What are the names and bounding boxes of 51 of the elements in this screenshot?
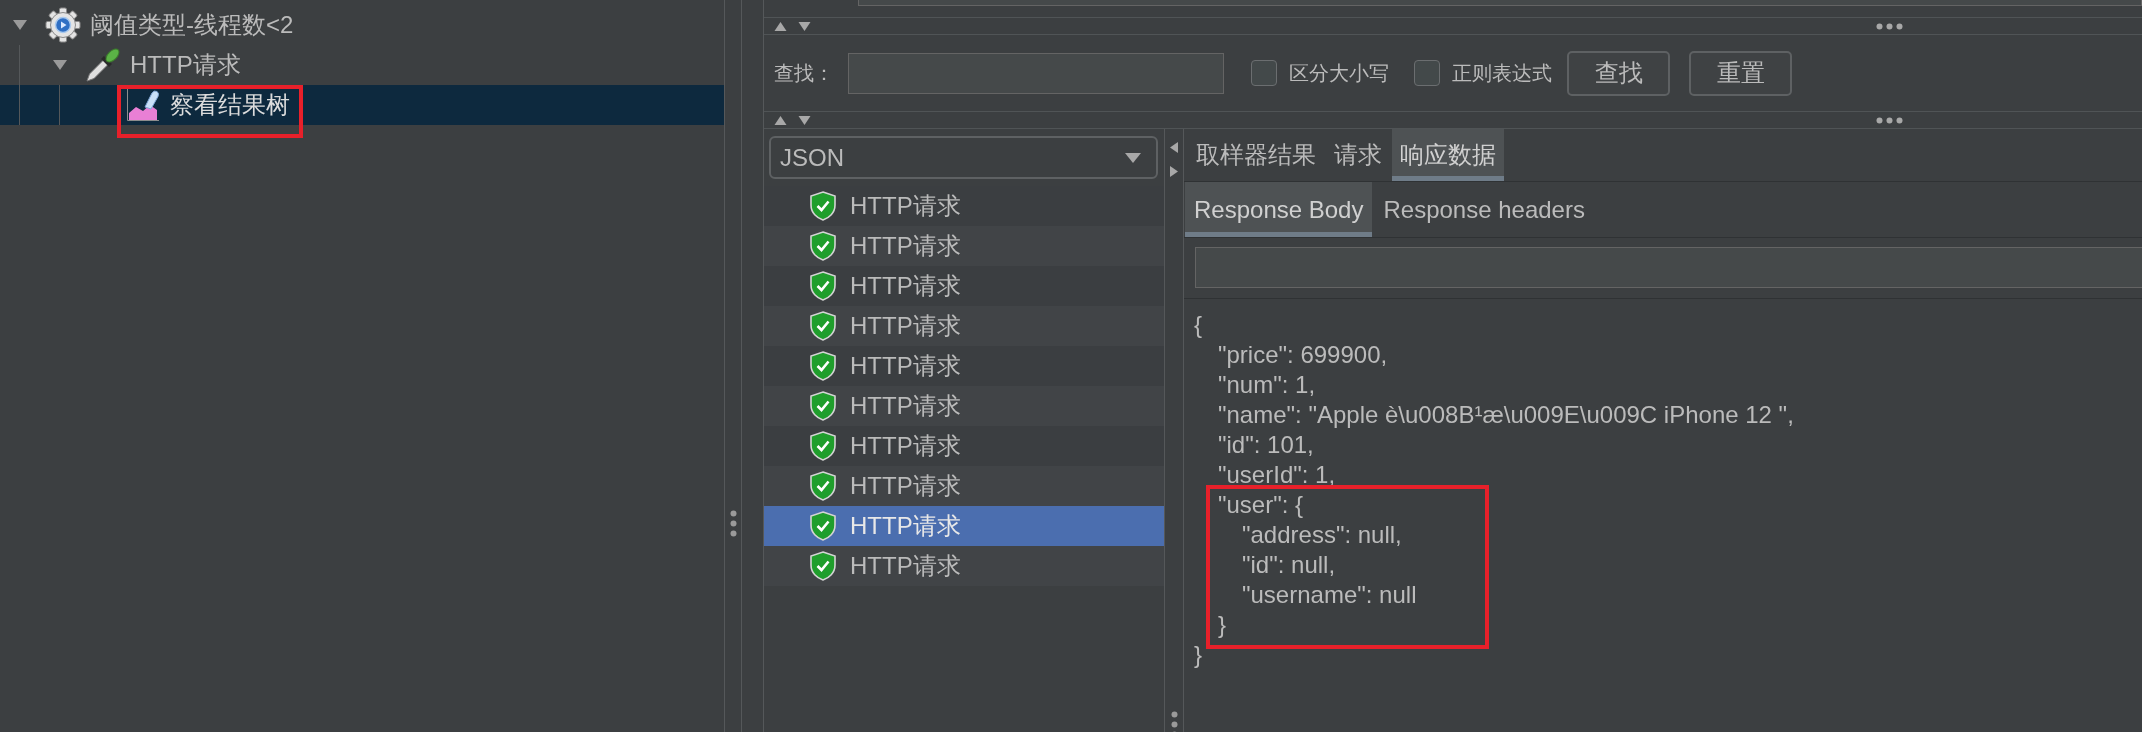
code-line: "user": {	[1218, 490, 1304, 520]
code-line: "price": 699900,	[1218, 340, 1388, 370]
search-label: 查找：	[774, 60, 834, 86]
code-line: }	[1218, 610, 1226, 640]
triangle-down-icon[interactable]	[798, 21, 811, 31]
format-dropdown[interactable]: JSON	[769, 136, 1158, 179]
result-item[interactable]: HTTP请求	[764, 466, 1164, 506]
result-item[interactable]: HTTP请求	[764, 546, 1164, 586]
checkbox-label[interactable]: 正则表达式	[1452, 59, 1552, 87]
search-field[interactable]	[848, 52, 1224, 94]
tree-item[interactable]: 察看结果树	[0, 85, 724, 125]
result-item[interactable]: HTTP请求	[764, 306, 1164, 346]
code-line: "address": null,	[1242, 520, 1402, 550]
caret-down-icon[interactable]	[13, 20, 27, 30]
caret-down-icon[interactable]	[53, 60, 67, 70]
code-line: "num": 1,	[1218, 370, 1316, 400]
tab[interactable]: 响应数据	[1392, 129, 1504, 181]
tab[interactable]: Response headers	[1374, 182, 1594, 237]
tree-item[interactable]: 阈值类型-线程数<2	[0, 5, 724, 45]
triangle-up-icon[interactable]	[774, 21, 787, 31]
action-button[interactable]: 重置	[1689, 50, 1792, 96]
triangle-left-icon[interactable]	[1170, 142, 1178, 153]
caret-down-icon	[1125, 152, 1141, 163]
search-field[interactable]	[1195, 247, 2142, 288]
code-line: "id": null,	[1242, 550, 1336, 580]
code-line: }	[1194, 640, 1202, 670]
pipette-icon	[85, 47, 121, 83]
checkbox[interactable]	[1414, 60, 1440, 86]
drag-handle-icon[interactable]	[729, 510, 737, 537]
tab[interactable]: 取样器结果	[1188, 129, 1324, 181]
action-button[interactable]: 查找	[1567, 50, 1670, 96]
tab[interactable]: 请求	[1326, 129, 1390, 181]
drag-handle-icon[interactable]	[1876, 116, 1903, 124]
code-line: "userId": 1,	[1218, 460, 1336, 490]
triangle-down-icon[interactable]	[798, 115, 811, 125]
result-item[interactable]: HTTP请求	[764, 506, 1164, 546]
code-line: {	[1194, 310, 1202, 340]
triangle-right-icon[interactable]	[1170, 166, 1178, 177]
code-line: "username": null	[1242, 580, 1417, 610]
drag-handle-icon[interactable]	[1876, 22, 1903, 30]
code-line: "name": "Apple è\u008B¹æ\u009E\u009C iPhone 12 ",	[1218, 400, 1794, 430]
result-item[interactable]: HTTP请求	[764, 386, 1164, 426]
area-chart-icon	[126, 88, 160, 122]
input-field[interactable]	[858, 0, 2142, 6]
checkbox[interactable]	[1251, 60, 1277, 86]
result-item[interactable]: HTTP请求	[764, 226, 1164, 266]
triangle-up-icon[interactable]	[774, 115, 787, 125]
checkbox-label[interactable]: 区分大小写	[1289, 59, 1389, 87]
code-line: "id": 101,	[1218, 430, 1314, 460]
tab[interactable]: Response Body	[1185, 182, 1373, 237]
tree-item[interactable]: HTTP请求	[0, 45, 724, 85]
